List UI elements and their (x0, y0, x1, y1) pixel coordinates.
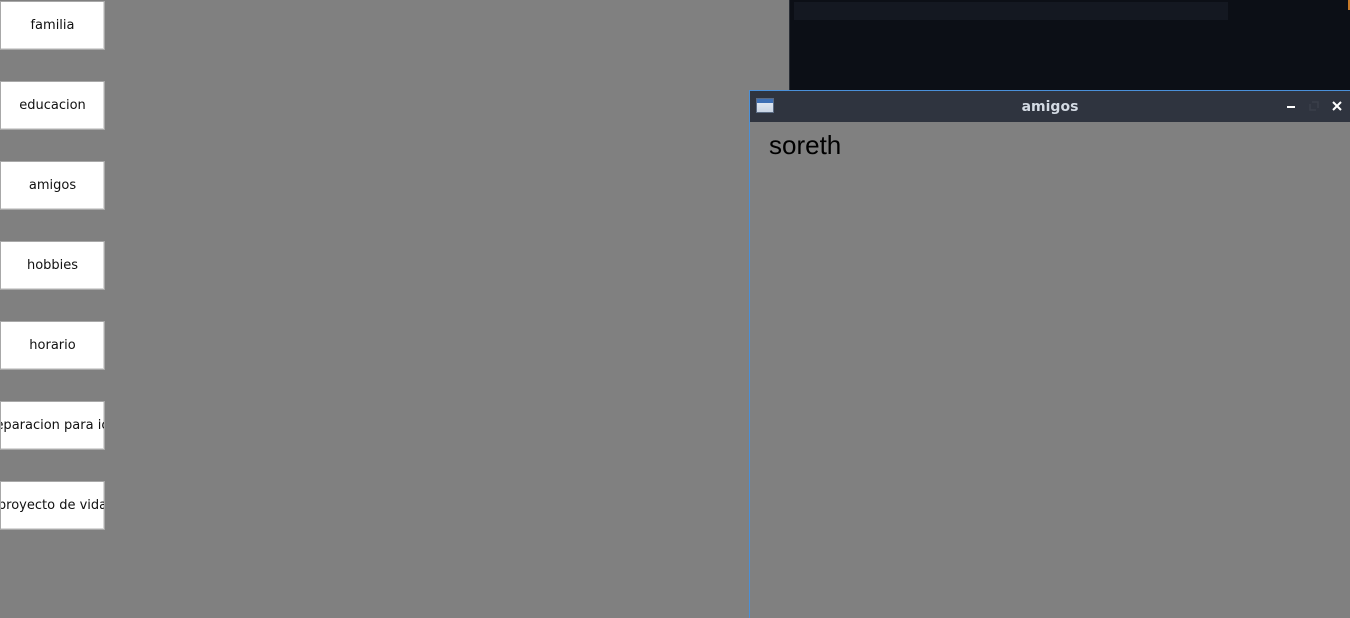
hobbies-button[interactable]: hobbies (0, 241, 105, 290)
friend-name-label: soreth (769, 130, 842, 160)
background-window[interactable] (789, 0, 1350, 92)
desktop: familia educacion amigos hobbies horario… (0, 0, 1350, 618)
minimize-icon (1287, 106, 1295, 108)
window-title: amigos (1021, 98, 1079, 115)
familia-button[interactable]: familia (0, 1, 105, 50)
proyecto-de-vida-button-label: proyecto de vida (0, 498, 105, 513)
educacion-button[interactable]: educacion (0, 81, 105, 130)
familia-button-label: familia (30, 18, 75, 33)
proyecto-de-vida-button[interactable]: proyecto de vida (0, 481, 105, 530)
maximize-icon (1309, 101, 1319, 111)
preparacion-button-label: eparacion para ict (0, 418, 104, 433)
close-icon (1332, 101, 1342, 111)
app-window-icon[interactable] (756, 98, 774, 113)
window-titlebar[interactable]: amigos (750, 91, 1350, 122)
background-window-bar (794, 2, 1228, 20)
horario-button[interactable]: horario (0, 321, 105, 370)
close-button[interactable] (1328, 97, 1346, 115)
educacion-button-label: educacion (19, 98, 86, 113)
maximize-button[interactable] (1305, 97, 1323, 115)
amigos-button[interactable]: amigos (0, 161, 105, 210)
amigos-window[interactable]: amigos soreth (749, 90, 1350, 618)
preparacion-button[interactable]: eparacion para ict (0, 401, 105, 450)
window-content: soreth (750, 122, 1350, 618)
amigos-button-label: amigos (28, 178, 77, 193)
horario-button-label: horario (29, 338, 76, 353)
minimize-button[interactable] (1282, 97, 1300, 115)
hobbies-button-label: hobbies (26, 258, 79, 273)
